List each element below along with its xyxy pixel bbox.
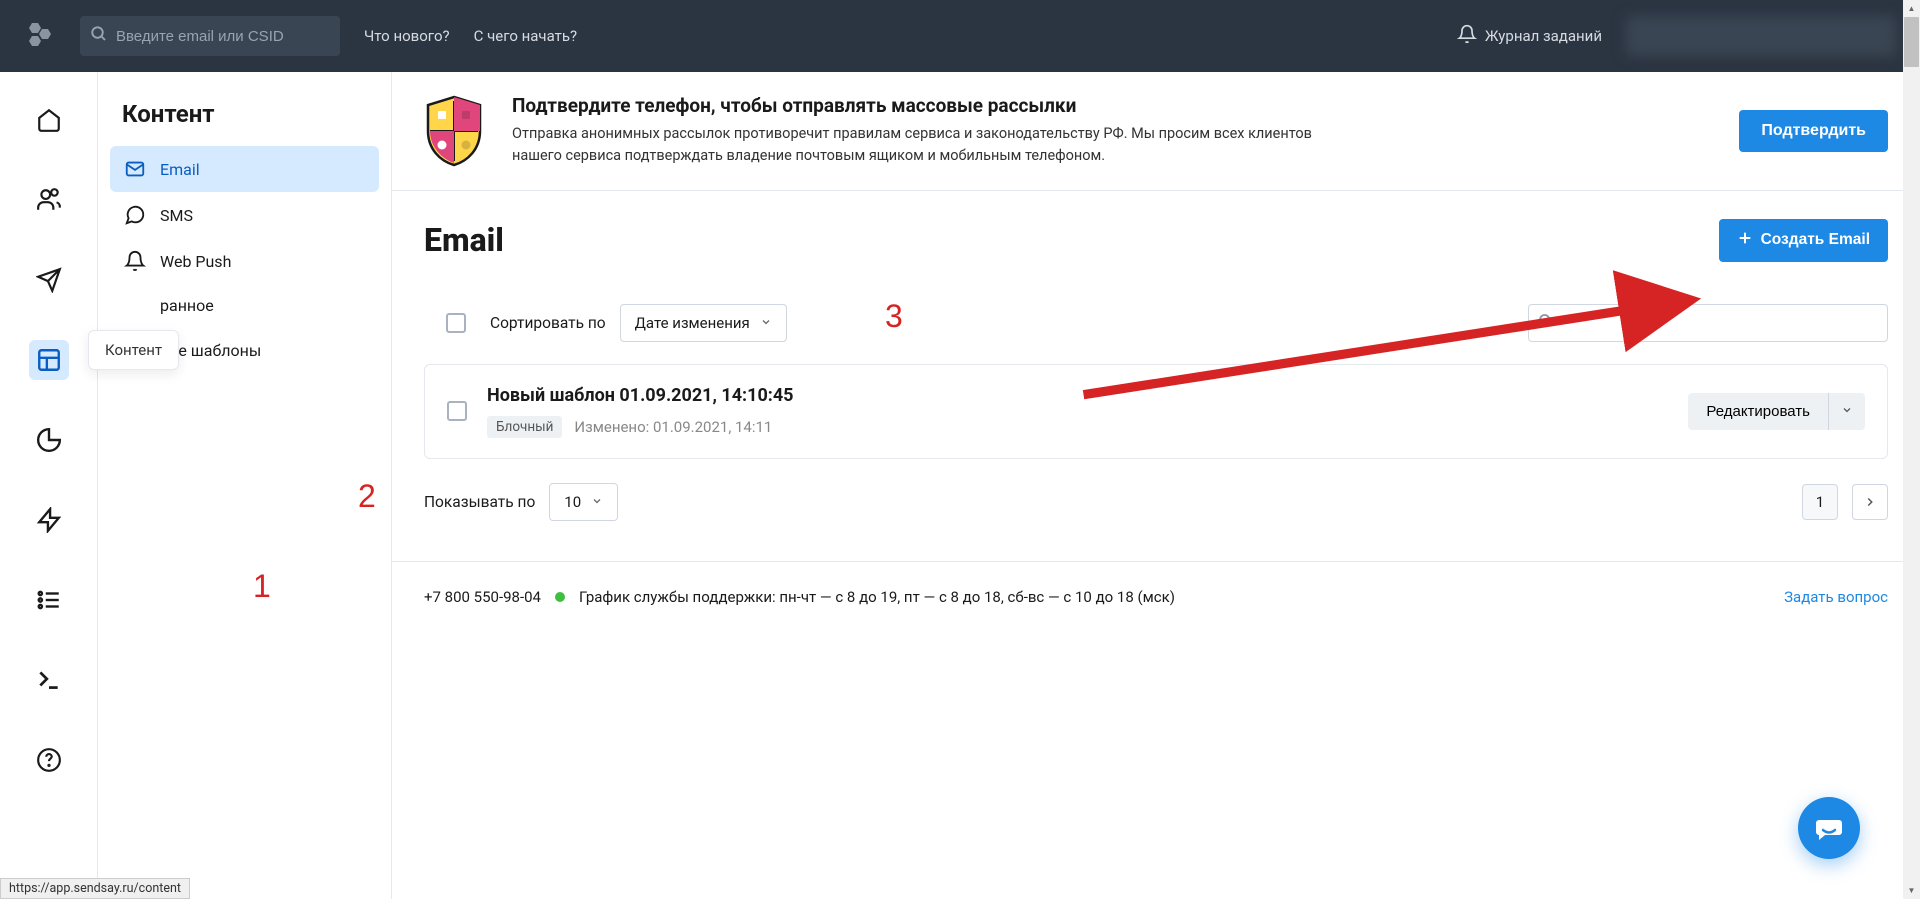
page-title: Email bbox=[424, 221, 504, 259]
sort-label: Сортировать по bbox=[490, 314, 606, 332]
template-name[interactable]: Новый шаблон 01.09.2021, 14:10:45 bbox=[487, 385, 1668, 406]
rail-analytics[interactable] bbox=[29, 420, 69, 460]
sidebar-item-sms[interactable]: SMS bbox=[110, 192, 379, 238]
template-search-input[interactable] bbox=[1528, 304, 1888, 342]
where-start-link[interactable]: С чего начать? bbox=[474, 27, 577, 45]
scroll-up-icon[interactable]: ▲ bbox=[1903, 0, 1920, 17]
edit-dropdown-button[interactable] bbox=[1828, 393, 1865, 430]
annotation-number-3: 3 bbox=[885, 298, 903, 335]
account-area[interactable] bbox=[1626, 16, 1896, 56]
mail-icon bbox=[124, 158, 146, 180]
whats-new-link[interactable]: Что нового? bbox=[364, 27, 450, 45]
scroll-down-icon[interactable]: ▼ bbox=[1903, 882, 1920, 899]
rail-api[interactable] bbox=[29, 660, 69, 700]
sidebar-item-label: SMS bbox=[160, 206, 365, 225]
footer-phone: +7 800 550-98-04 bbox=[424, 588, 541, 606]
sidebar-item-email[interactable]: Email bbox=[110, 146, 379, 192]
rail-automations[interactable] bbox=[29, 500, 69, 540]
browser-status-bar: https://app.sendsay.ru/content bbox=[0, 878, 190, 899]
global-search bbox=[80, 16, 340, 56]
rail-tooltip: Контент bbox=[88, 330, 179, 370]
sidebar-title: Контент bbox=[110, 100, 379, 146]
per-page-label: Показывать по bbox=[424, 493, 535, 511]
create-email-button[interactable]: Создать Email bbox=[1719, 219, 1888, 262]
sidebar-item-label: Web Push bbox=[160, 252, 365, 271]
template-type-badge: Блочный bbox=[487, 416, 562, 438]
template-modified: Изменено: 01.09.2021, 14:11 bbox=[574, 418, 772, 436]
rail-contacts[interactable] bbox=[29, 180, 69, 220]
rail-content[interactable] bbox=[29, 340, 69, 380]
chevron-down-icon bbox=[591, 493, 603, 511]
journal-link[interactable]: Журнал заданий bbox=[1457, 24, 1602, 48]
filter-row: Сортировать по Дате изменения bbox=[424, 304, 1888, 342]
content-sidebar: Контент Email SMS Web Push ранное Все ша… bbox=[98, 72, 392, 899]
create-email-label: Создать Email bbox=[1761, 231, 1870, 249]
sort-value: Дате изменения bbox=[635, 314, 750, 332]
page-number[interactable]: 1 bbox=[1802, 484, 1838, 520]
chevron-down-icon bbox=[1841, 404, 1853, 416]
rail-lists[interactable] bbox=[29, 580, 69, 620]
search-icon bbox=[90, 25, 108, 47]
chevron-down-icon bbox=[760, 314, 772, 332]
plus-icon bbox=[1737, 230, 1753, 251]
per-page-value: 10 bbox=[564, 493, 581, 511]
ask-question-link[interactable]: Задать вопрос bbox=[1784, 588, 1888, 606]
annotation-number-1: 1 bbox=[253, 568, 271, 605]
scroll-thumb[interactable] bbox=[1904, 17, 1919, 67]
rail-campaigns[interactable] bbox=[29, 260, 69, 300]
main-area: Подтвердите телефон, чтобы отправлять ма… bbox=[392, 72, 1920, 899]
footer: +7 800 550-98-04 График службы поддержки… bbox=[392, 561, 1920, 632]
banner-text: Отправка анонимных рассылок противоречит… bbox=[512, 123, 1352, 168]
row-checkbox[interactable] bbox=[447, 401, 467, 421]
chat-icon bbox=[124, 204, 146, 226]
shield-icon bbox=[424, 95, 484, 167]
nav-rail: Контент bbox=[0, 72, 98, 899]
search-icon bbox=[1538, 313, 1554, 333]
sort-select[interactable]: Дате изменения bbox=[620, 304, 787, 342]
topbar: Что нового? С чего начать? Журнал задани… bbox=[0, 0, 1920, 72]
bell-icon bbox=[124, 250, 146, 272]
journal-label: Журнал заданий bbox=[1485, 27, 1602, 45]
sidebar-item-label: Email bbox=[160, 160, 365, 179]
sidebar-item-favorites[interactable]: ранное bbox=[110, 284, 379, 327]
chat-bubble-button[interactable] bbox=[1798, 797, 1860, 859]
rail-help[interactable] bbox=[29, 740, 69, 780]
scrollbar[interactable]: ▲ ▼ bbox=[1903, 0, 1920, 899]
annotation-number-2: 2 bbox=[358, 478, 376, 515]
per-page-select[interactable]: 10 bbox=[549, 483, 618, 521]
banner-title: Подтвердите телефон, чтобы отправлять ма… bbox=[512, 94, 1352, 117]
footer-hours: График службы поддержки: пн-чт — с 8 до … bbox=[579, 588, 1175, 606]
pagination-row: Показывать по 10 1 bbox=[424, 483, 1888, 521]
template-row: Новый шаблон 01.09.2021, 14:10:45 Блочны… bbox=[424, 364, 1888, 459]
status-dot-icon bbox=[555, 592, 565, 602]
sidebar-item-label: Все шаблоны bbox=[160, 341, 365, 360]
bell-icon bbox=[1457, 24, 1477, 48]
template-search bbox=[1528, 304, 1888, 342]
search-input[interactable] bbox=[80, 16, 340, 56]
select-all-checkbox[interactable] bbox=[446, 313, 466, 333]
chat-icon bbox=[1813, 812, 1845, 844]
edit-button[interactable]: Редактировать bbox=[1688, 393, 1828, 430]
verify-banner: Подтвердите телефон, чтобы отправлять ма… bbox=[392, 72, 1920, 191]
chevron-right-icon bbox=[1863, 495, 1877, 509]
logo-icon[interactable] bbox=[24, 20, 56, 52]
page-next-button[interactable] bbox=[1852, 484, 1888, 520]
rail-home[interactable] bbox=[29, 100, 69, 140]
verify-button[interactable]: Подтвердить bbox=[1739, 110, 1888, 152]
sidebar-item-webpush[interactable]: Web Push bbox=[110, 238, 379, 284]
sidebar-item-label: ранное bbox=[160, 296, 365, 315]
